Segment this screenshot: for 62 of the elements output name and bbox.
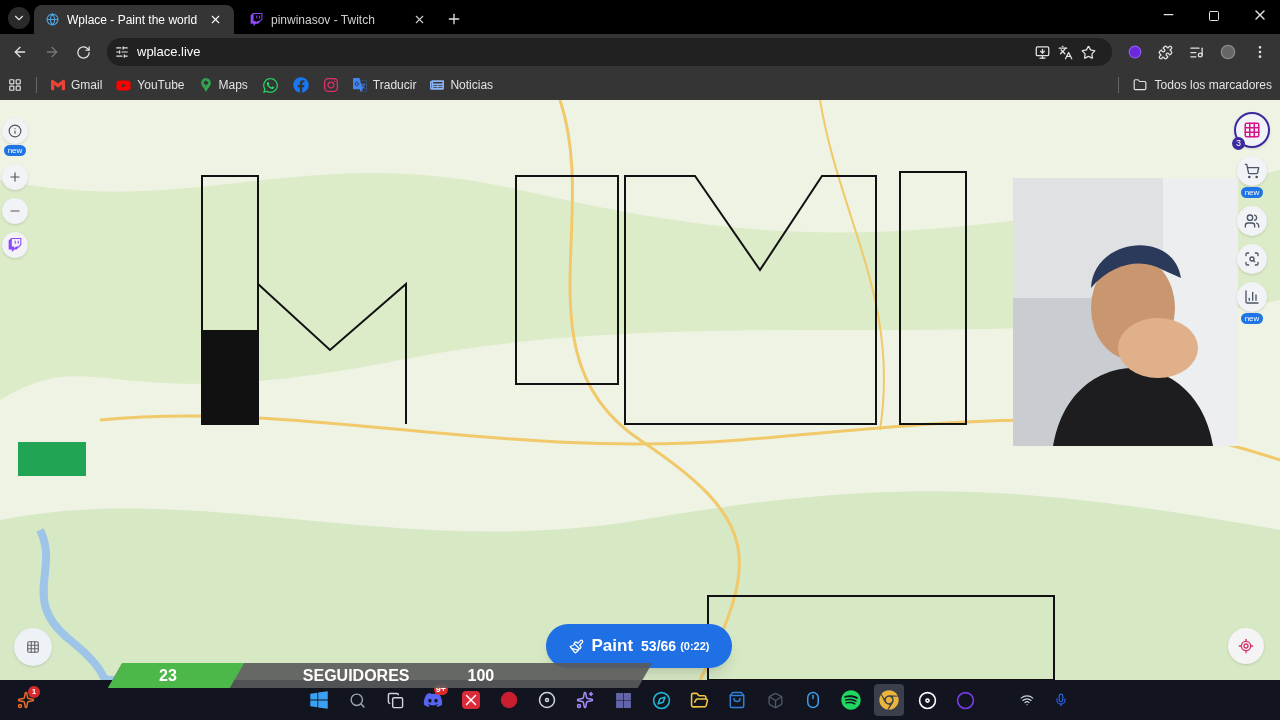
media-icon[interactable] <box>1189 44 1204 60</box>
bookmark[interactable]: YouTube <box>116 76 185 94</box>
search-icon <box>348 691 366 709</box>
browser-icon <box>651 690 671 710</box>
bookmark[interactable]: Traducir <box>352 76 417 94</box>
apps-icon[interactable] <box>8 78 22 92</box>
extensions-icon[interactable] <box>1158 44 1173 60</box>
install-icon[interactable] <box>1035 44 1050 60</box>
twitch-icon <box>250 13 263 26</box>
site-settings-icon[interactable] <box>115 45 129 59</box>
extension-icon[interactable] <box>1128 45 1142 59</box>
browser-tab[interactable]: Wplace - Paint the world <box>34 5 234 34</box>
tab-list-button[interactable] <box>8 7 30 29</box>
notification-badge: 1 <box>28 686 40 698</box>
folder-icon <box>689 690 709 710</box>
mouse-icon <box>804 691 822 709</box>
newspaper-icon <box>430 78 445 92</box>
bookmark[interactable]: Gmail <box>51 76 103 94</box>
windows-stack-icon <box>386 691 404 709</box>
gamepad-face-icon <box>423 690 443 710</box>
mail-icon <box>51 78 65 92</box>
x-icon <box>462 691 480 709</box>
maximize-icon[interactable] <box>1208 10 1220 22</box>
teams-icon <box>614 691 632 709</box>
chrome-icon <box>879 690 899 710</box>
taskbar-app[interactable] <box>874 684 904 716</box>
bookmark[interactable] <box>261 76 279 94</box>
translate-icon[interactable] <box>1058 44 1073 60</box>
taskbar-app[interactable]: 1 <box>12 686 40 714</box>
all-bookmarks[interactable]: Todos los marcadores <box>1132 76 1272 94</box>
ring-icon <box>955 690 975 710</box>
chat-icon <box>261 76 279 94</box>
windows-icon <box>309 690 329 710</box>
camera-icon <box>322 77 339 93</box>
app-icon <box>500 691 518 709</box>
map-pin-icon <box>198 78 213 92</box>
profile-icon[interactable] <box>1220 44 1236 60</box>
forward-icon[interactable] <box>44 44 60 60</box>
record-icon <box>917 690 937 710</box>
new-tab-icon[interactable] <box>446 11 462 27</box>
translate-icon <box>352 78 367 92</box>
facebook-icon <box>292 77 309 93</box>
box-icon <box>766 691 784 709</box>
shopping-bag-icon <box>728 691 746 709</box>
network-icon[interactable] <box>1020 693 1034 707</box>
close-icon[interactable] <box>209 13 222 26</box>
microphone-icon[interactable] <box>1054 693 1068 707</box>
bookmark-star-icon[interactable] <box>1081 44 1096 60</box>
address-bar[interactable]: wplace.live <box>107 38 1112 66</box>
reload-icon[interactable] <box>76 44 91 60</box>
spotify-icon <box>841 690 861 710</box>
globe-icon <box>46 13 59 26</box>
bookmark[interactable]: Noticias <box>430 76 494 94</box>
disc-icon <box>538 691 556 709</box>
bookmark[interactable] <box>292 77 309 93</box>
sparkle-icon <box>576 691 594 709</box>
bookmark[interactable] <box>322 77 339 93</box>
close-icon[interactable] <box>413 13 426 26</box>
back-icon[interactable] <box>12 44 28 60</box>
bookmark[interactable]: Maps <box>198 76 248 94</box>
url-text: wplace.live <box>137 43 201 62</box>
folder-icon <box>1132 78 1147 92</box>
